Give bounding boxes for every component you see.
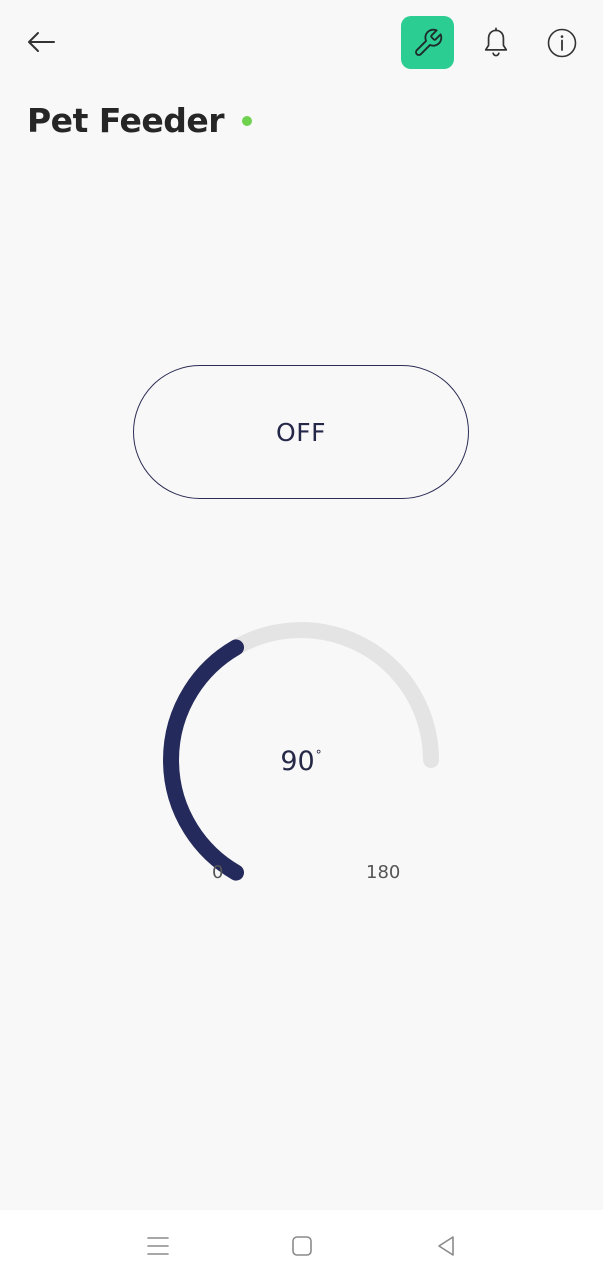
- device-settings-button[interactable]: [401, 16, 454, 69]
- info-icon: [547, 28, 577, 58]
- menu-icon: [147, 1237, 169, 1255]
- device-title-row: Pet Feeder: [27, 96, 253, 144]
- gauge-max-label: 180: [366, 862, 401, 883]
- system-back-button[interactable]: [428, 1228, 464, 1264]
- servo-angle-gauge: 90° 0 180: [141, 600, 461, 900]
- wrench-icon: [414, 28, 442, 56]
- home-button[interactable]: [284, 1228, 320, 1264]
- back-button[interactable]: [22, 24, 60, 60]
- bell-icon: [484, 27, 508, 57]
- square-home-icon: [292, 1236, 312, 1256]
- power-switch-button[interactable]: OFF: [133, 365, 469, 499]
- device-info-button[interactable]: [543, 24, 581, 62]
- recent-apps-button[interactable]: [140, 1228, 176, 1264]
- top-app-bar: [0, 0, 603, 85]
- online-status-dot: [242, 116, 253, 126]
- gauge-value-number: 90: [280, 746, 315, 777]
- gauge-value: 90°: [141, 746, 461, 777]
- gauge-min-label: 0: [212, 862, 224, 883]
- switch-label: OFF: [276, 417, 326, 447]
- system-navigation-bar: [0, 1210, 603, 1280]
- notifications-button[interactable]: [477, 23, 515, 63]
- triangle-back-icon: [438, 1236, 454, 1256]
- arrow-left-icon: [28, 32, 55, 52]
- gauge-unit: °: [315, 748, 322, 762]
- page-title: Pet Feeder: [27, 100, 225, 140]
